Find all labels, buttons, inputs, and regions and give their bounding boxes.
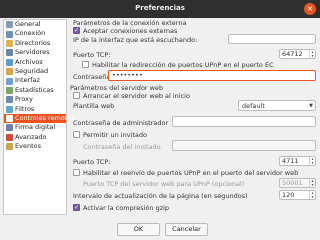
sidebar-item-interface[interactable]: Interfaz	[4, 76, 66, 85]
events-icon	[6, 143, 13, 151]
webserver-port-label: Puerto TCP:	[73, 158, 111, 166]
filters-icon	[6, 105, 13, 113]
ok-button[interactable]: OK	[117, 223, 160, 236]
interface-icon	[6, 77, 13, 85]
ec-port-label: Puerto TCP:	[73, 51, 111, 59]
server-icon	[6, 49, 13, 57]
sidebar-item-security[interactable]: Seguridad	[4, 67, 66, 76]
guest-checkbox[interactable]	[73, 131, 80, 138]
sidebar-item-label: Directorios	[15, 38, 51, 47]
sidebar-item-label: Proxy	[15, 95, 33, 104]
listen-ip-field[interactable]	[228, 34, 316, 44]
folder-icon	[6, 39, 13, 47]
webserver-port-value: 4711	[282, 157, 299, 165]
web-template-select[interactable]: default ▼	[238, 100, 316, 111]
spin-arrows-icon[interactable]: ▴ ▾	[309, 50, 315, 58]
title-bar: Preferencias ×	[0, 0, 320, 18]
sidebar-item-server[interactable]: Servidores	[4, 48, 66, 57]
webserver-section-title: Parámetros del servidor web	[70, 84, 164, 92]
sidebar-item-advanced[interactable]: Avanzado	[4, 133, 66, 142]
spin-arrows-icon[interactable]: ▴ ▾	[309, 179, 315, 187]
gzip-checkbox[interactable]: ✓	[73, 204, 80, 211]
sidebar-item-label: Firma digital	[15, 123, 56, 132]
remote-controls-icon	[6, 115, 13, 123]
webserver-port-stepper[interactable]: 4711 ▴ ▾	[279, 156, 316, 166]
sidebar-item-folder[interactable]: Directorios	[4, 39, 66, 48]
chevron-down-icon: ▼	[309, 102, 313, 109]
web-template-label: Plantilla web	[73, 102, 115, 110]
webserver-start-checkbox[interactable]	[73, 92, 80, 99]
sidebar-item-files[interactable]: Archivos	[4, 58, 66, 67]
window-title: Preferencias	[135, 4, 185, 12]
sidebar-item-label: Servidores	[15, 48, 50, 57]
general-icon	[6, 21, 13, 29]
guest-password-field[interactable]	[172, 140, 316, 151]
sidebar-item-label: Controles remotos	[15, 113, 75, 122]
statistics-icon	[6, 86, 13, 94]
advanced-icon	[6, 133, 13, 141]
webserver-upnp-port-stepper[interactable]: 50001 ▴ ▾	[279, 178, 316, 188]
webserver-upnp-port-value: 50001	[282, 179, 303, 187]
digital-signature-icon	[6, 124, 13, 132]
ec-password-value: ••••••••	[112, 71, 143, 79]
ec-upnp-label: Habilitar la redirección de puertos UPnP…	[92, 61, 274, 69]
sidebar-item-statistics[interactable]: Estadísticas	[4, 86, 66, 95]
sidebar-item-remote-controls[interactable]: Controles remotos	[4, 113, 75, 124]
remote-controls-panel: Parámetros de la conexión externa ✓ Acep…	[70, 19, 318, 215]
sidebar-item-label: Eventos	[15, 142, 41, 151]
sidebar-item-label: Conexión	[15, 29, 46, 38]
sidebar-item-proxy[interactable]: Proxy	[4, 95, 66, 104]
web-template-value: default	[242, 101, 265, 110]
sidebar-item-label: Seguridad	[15, 66, 49, 75]
sidebar-item-label: Archivos	[15, 57, 43, 66]
ec-password-label: Contraseña	[73, 73, 111, 81]
sidebar-item-label: Avanzado	[15, 132, 47, 141]
ec-port-value: 64712	[282, 50, 303, 58]
admin-password-field[interactable]	[172, 116, 316, 127]
close-icon[interactable]: ×	[304, 3, 316, 15]
webserver-upnp-checkbox[interactable]	[73, 169, 80, 176]
sidebar-item-events[interactable]: Eventos	[4, 142, 66, 151]
gzip-label: Activar la compresión gzip	[83, 204, 170, 212]
admin-password-label: Contraseña de administrador	[73, 119, 169, 127]
preferences-dialog: General Conexión Directorios Servidores Arch…	[0, 18, 320, 240]
spin-arrows-icon[interactable]: ▴ ▾	[309, 157, 315, 165]
proxy-icon	[6, 96, 13, 104]
guest-password-label: Contraseña del invitado	[83, 143, 161, 151]
guest-label: Permitir un invitado	[83, 131, 147, 139]
ec-port-stepper[interactable]: 64712 ▴ ▾	[279, 49, 316, 59]
sidebar-item-digital-signature[interactable]: Firma digital	[4, 123, 66, 132]
sidebar-item-filters[interactable]: Filtros	[4, 105, 66, 114]
refresh-interval-label: Intervalo de actualización de la página …	[73, 192, 248, 200]
webserver-start-label: Arrancar el servidor web al inicio	[83, 92, 190, 100]
spin-arrows-icon[interactable]: ▴ ▾	[309, 191, 315, 199]
sidebar-item-general[interactable]: General	[4, 20, 66, 29]
listen-ip-label: IP de la interfaz que está escuchando:	[73, 36, 198, 44]
webserver-upnp-label: Habilitar el reenvío de puertos UPnP en …	[83, 169, 299, 177]
preferences-sidebar: General Conexión Directorios Servidores Arch…	[3, 19, 75, 215]
sidebar-item-label: Filtros	[15, 104, 35, 113]
refresh-interval-stepper[interactable]: 120 ▴ ▾	[279, 190, 316, 200]
files-icon	[6, 58, 13, 66]
sidebar-item-label: General	[15, 20, 41, 28]
cancel-button[interactable]: Cancelar	[165, 223, 208, 236]
ec-upnp-checkbox[interactable]	[82, 61, 89, 68]
webserver-upnp-port-label: Puerto TCP del servidor web para UPnP (o…	[83, 180, 245, 188]
ec-password-field[interactable]: ••••••••	[108, 70, 316, 81]
connection-icon	[6, 30, 13, 38]
sidebar-item-label: Interfaz	[15, 76, 40, 85]
security-icon	[6, 68, 13, 76]
external-connection-section-title: Parámetros de la conexión externa	[73, 19, 187, 27]
accept-external-checkbox[interactable]: ✓	[73, 27, 80, 34]
sidebar-item-label: Estadísticas	[15, 85, 54, 94]
refresh-interval-value: 120	[282, 191, 295, 199]
accept-external-label: Aceptar conexiones externas	[83, 27, 178, 35]
sidebar-item-connection[interactable]: Conexión	[4, 29, 66, 38]
